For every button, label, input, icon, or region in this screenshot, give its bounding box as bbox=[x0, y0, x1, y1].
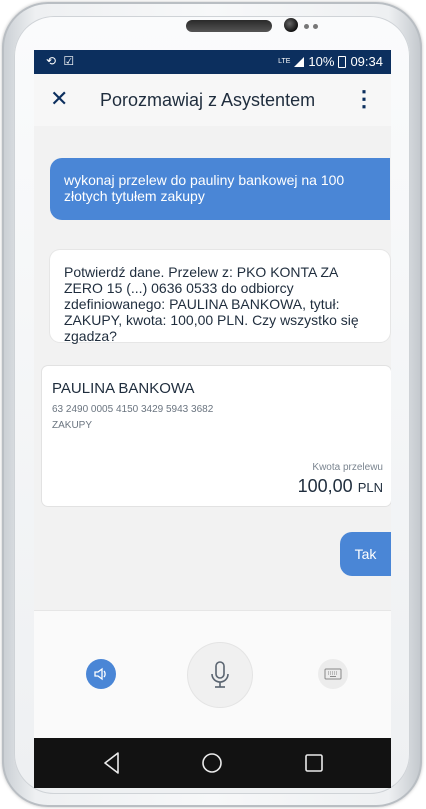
microphone-icon bbox=[211, 661, 229, 688]
phone-camera bbox=[284, 18, 298, 32]
assistant-message: Potwierdź dane. Przelew z: PKO KONTA ZA … bbox=[50, 250, 390, 344]
battery-percent: 10% bbox=[308, 54, 335, 69]
keyboard-icon bbox=[324, 668, 342, 680]
user-message: wykonaj przelew do pauliny bankowej na 1… bbox=[50, 158, 390, 220]
transfer-title: ZAKUPY bbox=[52, 420, 93, 431]
transfer-card[interactable]: PAULINA BANKOWA 63 2490 0005 4150 3429 5… bbox=[42, 366, 391, 506]
recipient-name: PAULINA BANKOWA bbox=[52, 380, 195, 397]
phone-speaker bbox=[186, 20, 272, 32]
app-bar: ✕ Porozmawiaj z Asystentem ⋮ bbox=[34, 74, 391, 126]
kebab-icon[interactable]: ⋮ bbox=[353, 86, 375, 112]
account-number: 63 2490 0005 4150 3429 5943 3682 bbox=[52, 404, 214, 415]
status-time: 09:34 bbox=[350, 54, 383, 69]
keyboard-button[interactable] bbox=[318, 659, 348, 689]
battery-icon bbox=[338, 55, 347, 68]
lte-indicator: LTE bbox=[278, 57, 291, 65]
status-left-icons: ⟲ ☑ bbox=[46, 54, 77, 68]
close-icon[interactable]: ✕ bbox=[50, 86, 68, 112]
status-bar: ⟲ ☑ LTE 10% 09:34 bbox=[34, 50, 391, 74]
android-nav-bar bbox=[34, 738, 391, 788]
page-title: Porozmawiaj z Asystentem bbox=[100, 90, 316, 110]
amount-currency: PLN bbox=[357, 480, 383, 495]
speaker-icon bbox=[94, 667, 106, 681]
amount-value: 100,00 PLN bbox=[298, 476, 383, 497]
microphone-button[interactable] bbox=[188, 643, 252, 707]
recents-icon[interactable] bbox=[302, 750, 326, 776]
voice-controls bbox=[34, 610, 391, 739]
status-right: LTE 10% 09:34 bbox=[278, 54, 383, 69]
signal-icon bbox=[294, 56, 305, 67]
phone-sensor bbox=[313, 24, 318, 29]
back-icon[interactable] bbox=[100, 750, 124, 776]
amount-number: 100,00 bbox=[297, 476, 353, 496]
amount-label: Kwota przelewu bbox=[312, 462, 383, 473]
screen: ⟲ ☑ LTE 10% 09:34 ✕ Porozmawiaj z Asyste… bbox=[34, 50, 391, 788]
user-message: Tak bbox=[340, 532, 391, 576]
home-icon[interactable] bbox=[200, 750, 224, 776]
speaker-button[interactable] bbox=[86, 659, 116, 689]
phone-sensor bbox=[304, 24, 309, 29]
